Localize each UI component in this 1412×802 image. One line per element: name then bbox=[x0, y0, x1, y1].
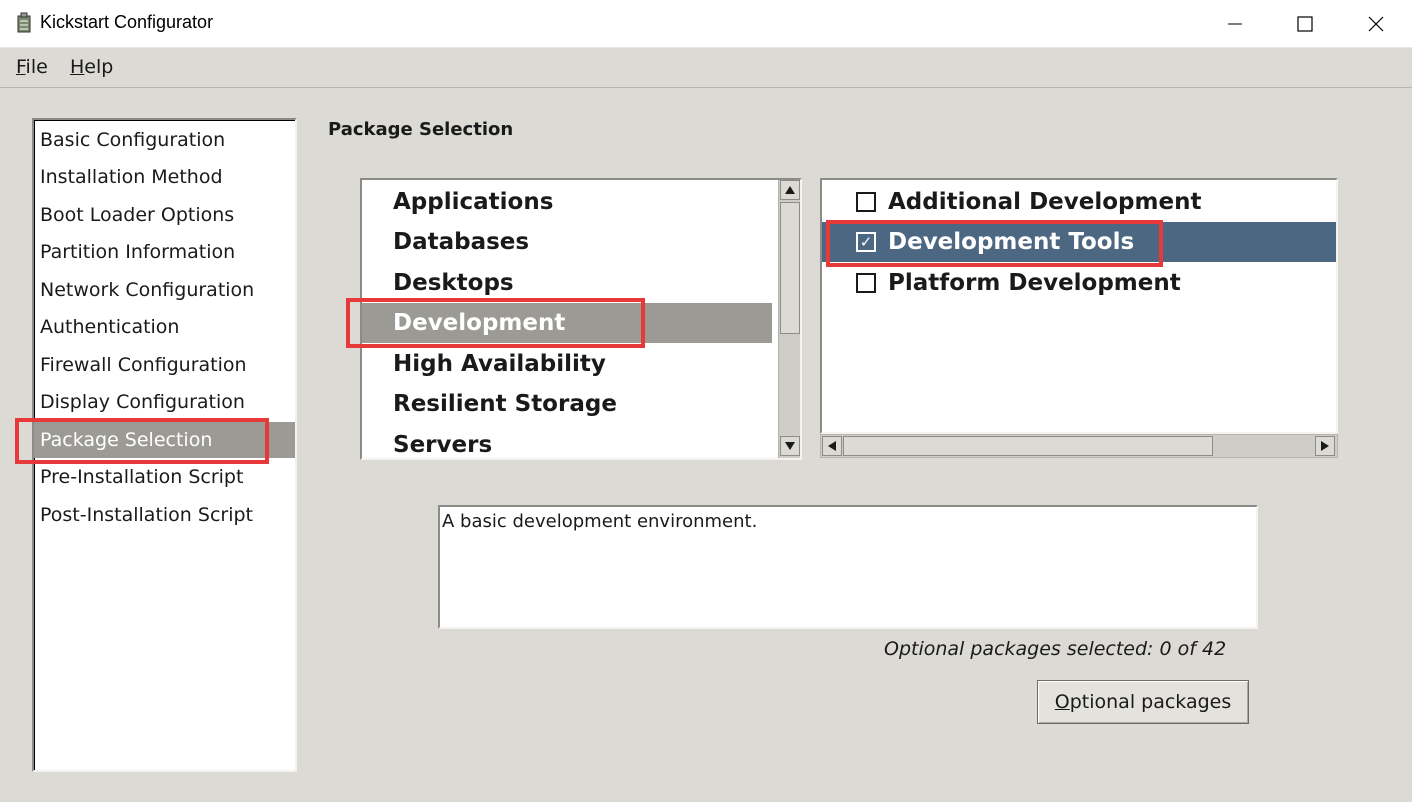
sidebar-item-post-installation-script[interactable]: Post-Installation Script bbox=[34, 497, 295, 533]
package-label: Platform Development bbox=[888, 270, 1181, 296]
sidebar-item-network-configuration[interactable]: Network Configuration bbox=[34, 272, 295, 308]
sidebar-nav: Basic Configuration Installation Method … bbox=[32, 118, 297, 772]
optional-button-mnemonic: O bbox=[1054, 691, 1070, 713]
optional-packages-count: Optional packages selected: 0 of 42 bbox=[884, 638, 1227, 660]
group-item-servers[interactable]: Servers bbox=[362, 425, 772, 458]
menu-file-label: ile bbox=[25, 56, 48, 78]
sidebar-item-display-configuration[interactable]: Display Configuration bbox=[34, 384, 295, 420]
menu-help-mnemonic: H bbox=[70, 56, 85, 78]
maximize-button[interactable] bbox=[1270, 0, 1340, 48]
sidebar-item-basic-configuration[interactable]: Basic Configuration bbox=[34, 122, 295, 158]
group-list-scrollbar[interactable] bbox=[778, 180, 800, 458]
group-item-high-availability[interactable]: High Availability bbox=[362, 344, 772, 384]
optional-packages-button[interactable]: Optional packages bbox=[1037, 680, 1249, 724]
menu-help[interactable]: Help bbox=[70, 56, 113, 78]
scroll-right-arrow[interactable] bbox=[1315, 436, 1335, 456]
package-description: A basic development environment. bbox=[438, 505, 1258, 629]
scroll-down-arrow[interactable] bbox=[780, 436, 800, 456]
group-item-applications[interactable]: Applications bbox=[362, 182, 772, 222]
package-label: Development Tools bbox=[888, 229, 1135, 255]
menu-file[interactable]: File bbox=[16, 56, 48, 78]
triangle-left-icon bbox=[828, 441, 836, 451]
scroll-left-arrow[interactable] bbox=[822, 436, 842, 456]
hscroll-thumb[interactable] bbox=[843, 436, 1213, 456]
package-item-platform-development[interactable]: Platform Development bbox=[822, 263, 1336, 303]
package-label: Additional Development bbox=[888, 189, 1202, 215]
package-list: Additional Development ✓ Development Too… bbox=[820, 178, 1338, 434]
sidebar-item-installation-method[interactable]: Installation Method bbox=[34, 159, 295, 195]
menu-bar: File Help bbox=[0, 48, 1412, 88]
group-item-resilient-storage[interactable]: Resilient Storage bbox=[362, 384, 772, 424]
sidebar-item-package-selection[interactable]: Package Selection bbox=[34, 422, 295, 458]
package-checkbox-checked[interactable]: ✓ bbox=[856, 232, 876, 252]
page-title: Package Selection bbox=[328, 119, 514, 140]
group-item-databases[interactable]: Databases bbox=[362, 222, 772, 262]
maximize-icon bbox=[1297, 16, 1313, 32]
minimize-icon bbox=[1228, 23, 1242, 25]
minimize-button[interactable] bbox=[1200, 0, 1270, 48]
package-checkbox[interactable] bbox=[856, 192, 876, 212]
package-group-list: Applications Databases Desktops Developm… bbox=[360, 178, 802, 460]
title-bar: Kickstart Configurator bbox=[0, 0, 1412, 48]
scroll-up-arrow[interactable] bbox=[780, 180, 800, 200]
package-item-development-tools[interactable]: ✓ Development Tools bbox=[822, 222, 1336, 262]
sidebar-item-boot-loader-options[interactable]: Boot Loader Options bbox=[34, 197, 295, 233]
scroll-thumb[interactable] bbox=[780, 202, 800, 334]
app-icon bbox=[17, 12, 31, 33]
close-button[interactable] bbox=[1341, 0, 1411, 48]
window-title: Kickstart Configurator bbox=[40, 12, 214, 32]
triangle-up-icon bbox=[785, 186, 795, 194]
package-item-additional-development[interactable]: Additional Development bbox=[822, 182, 1336, 222]
sidebar-item-partition-information[interactable]: Partition Information bbox=[34, 234, 295, 270]
close-icon bbox=[1368, 16, 1384, 32]
triangle-right-icon bbox=[1321, 441, 1329, 451]
menu-file-mnemonic: F bbox=[16, 56, 26, 78]
group-item-development[interactable]: Development bbox=[362, 303, 772, 343]
sidebar-item-authentication[interactable]: Authentication bbox=[34, 309, 295, 345]
sidebar-item-pre-installation-script[interactable]: Pre-Installation Script bbox=[34, 459, 295, 495]
group-item-desktops[interactable]: Desktops bbox=[362, 263, 772, 303]
package-checkbox[interactable] bbox=[856, 273, 876, 293]
sidebar-item-firewall-configuration[interactable]: Firewall Configuration bbox=[34, 347, 295, 383]
menu-help-label: elp bbox=[84, 56, 114, 78]
triangle-down-icon bbox=[785, 442, 795, 450]
optional-button-label: ptional packages bbox=[1069, 691, 1232, 713]
package-list-hscrollbar[interactable] bbox=[820, 434, 1338, 458]
